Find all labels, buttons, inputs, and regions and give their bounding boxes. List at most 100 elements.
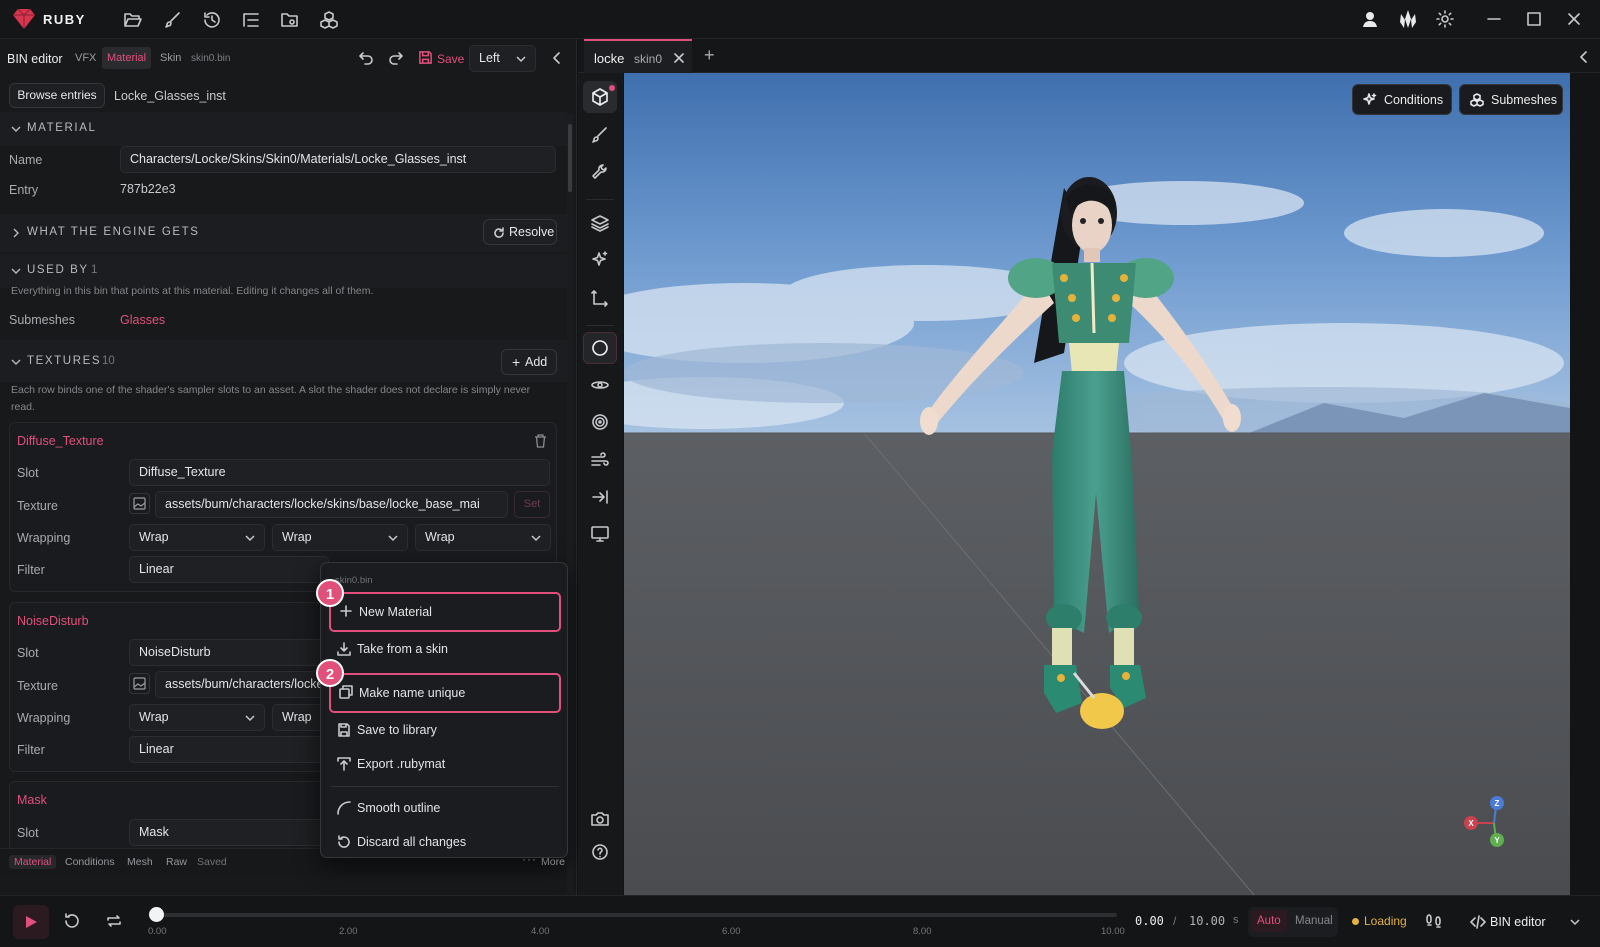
- 3d-viewport[interactable]: Z X Y Conditions Submeshes: [624, 73, 1570, 895]
- help-icon[interactable]: [590, 842, 610, 862]
- circle-icon[interactable]: [590, 338, 610, 358]
- target-icon[interactable]: [590, 412, 610, 432]
- tab-material[interactable]: Material: [102, 47, 152, 69]
- material-section-header[interactable]: MATERIAL: [0, 112, 567, 146]
- sparkle-icon[interactable]: [590, 250, 610, 270]
- wrench-icon[interactable]: [590, 162, 610, 182]
- wind-icon[interactable]: [590, 450, 610, 470]
- folder-search-icon[interactable]: [280, 10, 300, 30]
- manual-mode-button[interactable]: Manual: [1295, 915, 1333, 927]
- wrap-v-value: Wrap: [282, 710, 312, 724]
- folder-open-icon[interactable]: [123, 10, 143, 30]
- tool-divider: [586, 325, 614, 326]
- auto-mode-button[interactable]: Auto: [1251, 910, 1287, 932]
- tab-raw[interactable]: Raw: [166, 856, 187, 868]
- maximize-icon[interactable]: [1524, 9, 1544, 29]
- avatar-user-icon[interactable]: [1360, 9, 1380, 29]
- copy-icon: [339, 685, 353, 699]
- tab-mesh[interactable]: Mesh: [127, 856, 153, 868]
- timeline-scrubber[interactable]: [149, 907, 164, 922]
- wrap-v-value: Wrap: [282, 530, 312, 544]
- wrap-u-value: Wrap: [139, 530, 169, 544]
- scrollbar-thumb[interactable]: [568, 124, 572, 192]
- undo-icon[interactable]: [358, 50, 374, 66]
- close-window-icon[interactable]: [1564, 9, 1584, 29]
- new-tab-icon[interactable]: +: [704, 45, 715, 66]
- step-badge-2: 2: [316, 659, 344, 687]
- used-by-section-header[interactable]: USED BY 1: [0, 254, 567, 288]
- wrap-v-select[interactable]: Wrap: [272, 524, 408, 551]
- tab-material-bottom[interactable]: Material: [9, 855, 57, 869]
- material-header-label: MATERIAL: [27, 122, 97, 134]
- side-select[interactable]: Left: [469, 45, 536, 72]
- tab-conditions[interactable]: Conditions: [65, 856, 115, 868]
- filter-select[interactable]: Linear: [129, 556, 329, 583]
- wrap-u-select[interactable]: Wrap: [129, 524, 265, 551]
- brush-tool-icon[interactable]: [590, 125, 610, 145]
- cube-icon[interactable]: [590, 87, 610, 107]
- add-label: Add: [525, 355, 548, 369]
- resolve-label: Resolve: [509, 225, 555, 239]
- save-button[interactable]: Save: [437, 52, 464, 66]
- texture-path-field[interactable]: assets/bum/characters/locke/skins/base/l…: [155, 491, 508, 518]
- image-icon[interactable]: [129, 673, 150, 694]
- conditions-button[interactable]: Conditions: [1352, 84, 1452, 115]
- close-tab-icon[interactable]: [674, 53, 684, 63]
- wrap-u-select[interactable]: Wrap: [129, 704, 265, 731]
- restart-icon[interactable]: [63, 912, 81, 930]
- minimize-icon[interactable]: [1484, 9, 1504, 29]
- resolve-button[interactable]: Resolve: [483, 219, 557, 245]
- textures-description: Each row binds one of the shader's sampl…: [11, 384, 531, 396]
- tab-skin[interactable]: Skin: [155, 47, 186, 69]
- monitor-icon[interactable]: [590, 524, 610, 544]
- menu-label: Export .rubymat: [357, 757, 446, 771]
- menu-new-material[interactable]: New Material: [329, 592, 561, 632]
- menu-take-from-skin[interactable]: Take from a skin: [329, 632, 561, 666]
- viewer-tab-locke[interactable]: locke skin0: [584, 39, 692, 73]
- menu-save-to-library[interactable]: Save to library: [329, 713, 561, 747]
- mode-select[interactable]: BIN editor: [1466, 907, 1586, 937]
- used-by-description: Everything in this bin that points at th…: [11, 285, 374, 297]
- play-button[interactable]: [13, 905, 49, 939]
- menu-smooth-outline[interactable]: Smooth outline: [329, 791, 561, 825]
- total-time: 10.00: [1189, 914, 1226, 928]
- image-icon[interactable]: [129, 493, 150, 514]
- redo-icon[interactable]: [388, 50, 404, 66]
- axis-icon[interactable]: [590, 288, 610, 308]
- menu-discard-changes[interactable]: Discard all changes: [329, 825, 561, 859]
- time-unit: s: [1233, 914, 1239, 926]
- orbit-icon[interactable]: [590, 375, 610, 395]
- list-tree-icon[interactable]: [241, 10, 261, 30]
- layers-icon[interactable]: [590, 213, 610, 233]
- filter-value: Linear: [139, 562, 174, 576]
- add-texture-button[interactable]: + Add: [501, 349, 557, 375]
- engine-section-header[interactable]: WHAT THE ENGINE GETS: [0, 214, 567, 252]
- menu-export-rubymat[interactable]: Export .rubymat: [329, 747, 561, 781]
- filter-select[interactable]: Linear: [129, 736, 329, 763]
- menu-make-name-unique[interactable]: Make name unique: [329, 673, 561, 713]
- submeshes-button[interactable]: Submeshes: [1459, 84, 1563, 115]
- footprints-icon[interactable]: [1425, 912, 1443, 930]
- textures-section-header[interactable]: TEXTURES 10: [0, 340, 567, 382]
- tab-saved[interactable]: Saved: [197, 856, 227, 868]
- loop-icon[interactable]: [105, 912, 123, 930]
- slot-field[interactable]: Diffuse_Texture: [129, 459, 550, 486]
- collapse-right-icon[interactable]: [1579, 51, 1589, 63]
- submesh-link-glasses[interactable]: Glasses: [120, 313, 165, 327]
- browse-entries-button[interactable]: Browse entries: [9, 83, 105, 108]
- export-arrow-icon[interactable]: [590, 487, 610, 507]
- crystal-icon[interactable]: [1397, 9, 1419, 29]
- settings-gear-icon[interactable]: [1435, 9, 1455, 29]
- cubes-icon[interactable]: [319, 10, 339, 30]
- timeline-track[interactable]: [156, 913, 1117, 917]
- tick-label: 10.00: [1101, 926, 1125, 937]
- collapse-panel-icon[interactable]: [550, 51, 564, 65]
- material-name-field[interactable]: Characters/Locke/Skins/Skin0/Materials/L…: [120, 146, 556, 173]
- wrap-w-select[interactable]: Wrap: [415, 524, 551, 551]
- camera-icon[interactable]: [590, 809, 610, 829]
- history-icon[interactable]: [202, 10, 222, 30]
- tab-vfx[interactable]: VFX: [70, 47, 101, 69]
- set-button[interactable]: Set: [514, 491, 550, 518]
- trash-icon[interactable]: [534, 434, 547, 448]
- brush-icon[interactable]: [163, 10, 183, 30]
